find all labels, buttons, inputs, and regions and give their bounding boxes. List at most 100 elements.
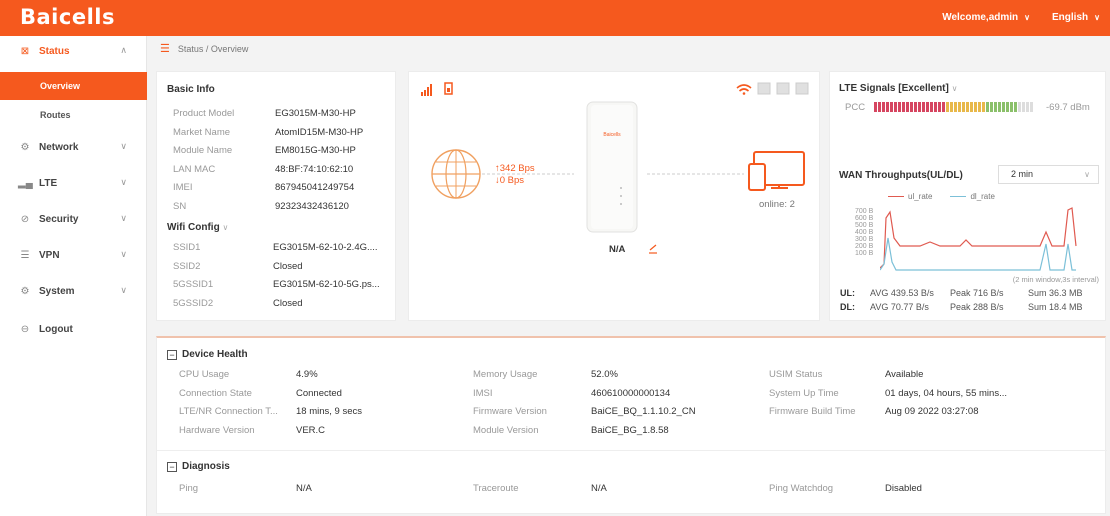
sidebar-item-label: VPN [39,249,60,261]
sidebar-item-logout[interactable]: ⊖ Logout [0,314,147,344]
y-tick-label: 600 B [855,215,874,222]
ul-sum: Sum 36.3 MB [1028,288,1083,298]
signal-segment [998,102,1001,112]
health-value: Connected [296,387,342,399]
ul-legend-swatch [888,196,904,197]
pcc-label: PCC [845,102,866,113]
signal-segment [994,102,997,112]
download-rate: ↓0 Bps [495,175,525,186]
connected-devices-icon [748,151,805,191]
breadcrumb: ☰ Status / Overview [160,42,248,55]
signal-segment [886,102,889,112]
period-select[interactable]: 2 min ∨ [998,165,1099,184]
lte-signals-title: LTE Signals [Excellent] [839,83,949,94]
y-tick-label: 100 B [855,250,874,257]
ul-peak: Peak 716 B/s [950,288,1004,298]
sidebar-item-routes[interactable]: Routes [0,101,147,129]
diagnosis-value: Disabled [885,483,922,494]
sidebar-item-vpn[interactable]: ☰ VPN ∨ [0,240,147,270]
pcc-signal-meter [874,102,1034,112]
signal-strength-icon [421,84,432,96]
collapse-icon: − [167,461,177,472]
signal-segment [966,102,969,112]
wifi-config-toggle[interactable]: Wifi Config ∨ [167,222,228,233]
shield-icon: ⊘ [20,213,30,225]
info-value: 48:BF:74:10:62:10 [275,163,354,175]
info-label: Market Name [173,126,231,138]
throughput-chart [880,207,1077,271]
info-value: AtomID15M-M30-HP [275,126,364,138]
section-divider [157,450,1107,451]
health-label: LTE/NR Connection T... [179,406,278,417]
signal-segment [922,102,925,112]
signal-segment [946,102,949,112]
sidebar-item-label: Status [39,45,70,57]
sidebar-item-status[interactable]: ⊠ Status ∧ [0,36,147,66]
sim-icon [444,82,453,95]
wifi-value: Closed [273,297,303,309]
wifi-value: EG3015M-62-10-2.4G.... [273,242,378,253]
diagnosis-value: N/A [591,483,607,494]
sidebar-item-label: Network [39,141,79,153]
user-menu[interactable]: Welcome,admin ∨ [942,12,1030,23]
dl-sum: Sum 18.4 MB [1028,302,1083,312]
router-image: Baicells [586,101,638,233]
baicells-logo[interactable]: Baicells [20,5,115,29]
chevron-down-icon: ∨ [1024,13,1031,22]
wifi-label: SSID1 [173,242,201,253]
health-label: IMSI [473,387,493,399]
lte-wan-card: LTE Signals [Excellent] ∨ PCC -69.7 dBm … [829,71,1106,321]
chevron-down-icon: ∨ [951,84,958,93]
language-select[interactable]: English ∨ [1052,12,1100,23]
health-value: 52.0% [591,369,618,380]
dl-peak: Peak 288 B/s [950,302,1004,312]
diagnosis-toggle[interactable]: − Diagnosis [167,461,230,472]
ul-label: UL: [840,288,855,298]
sidebar-item-network[interactable]: ⚙ Network ∨ [0,132,147,162]
sidebar-item-security[interactable]: ⊘ Security ∨ [0,204,147,234]
wifi-value: EG3015M-62-10-5G.ps... [273,279,380,290]
signal-icon: ▂▄ [18,177,33,189]
wan-throughput-title: WAN Throughputs(UL/DL) [839,170,963,181]
collapse-icon: − [167,349,177,360]
dl-rate-line [880,237,1076,271]
info-label: IMEI [173,182,193,193]
signal-segment [878,102,881,112]
device-health-toggle[interactable]: − Device Health [167,349,248,360]
edit-icon[interactable] [649,244,657,254]
topology-card: Baicells ↑342 Bps ↓0 Bps N/A online: 2 [408,71,820,321]
sidebar-item-system[interactable]: ⚙ System ∨ [0,276,147,306]
chart-legend: ul_rate dl_rate [888,192,995,201]
online-count: online: 2 [759,199,795,210]
dl-legend-label: dl_rate [970,192,995,201]
health-value: 460610000000134 [591,387,671,399]
dl-avg: AVG 70.77 B/s [870,302,929,312]
lte-signals-toggle[interactable]: LTE Signals [Excellent] ∨ [839,83,957,94]
device-health-card: − Device Health CPU Usage 4.9% Memory Usage… [156,336,1107,514]
health-label: Module Version [473,424,539,436]
signal-segment [974,102,977,112]
signal-segment [1026,102,1029,112]
menu-icon[interactable]: ☰ [160,43,170,55]
signal-segment [882,102,885,112]
signal-segment [926,102,929,112]
topology-diagram: Baicells [421,82,809,254]
sidebar-item-lte[interactable]: ▂▄ LTE ∨ [0,168,147,198]
sidebar-item-overview[interactable]: Overview [0,72,147,100]
network-icon: ⚙ [20,141,30,153]
system-icon: ⚙ [20,285,30,297]
diagnosis-label: Ping [179,483,199,494]
health-value: Available [885,369,924,380]
status-icon: ⊠ [20,45,30,57]
health-label: Firmware Version [473,406,547,417]
health-value: VER.C [296,424,326,436]
health-value: BaiCE_BG_1.8.58 [591,424,669,436]
signal-segment [930,102,933,112]
signal-segment [890,102,893,112]
chevron-down-icon: ∨ [120,285,127,295]
info-label: Module Name [173,145,233,156]
signal-segment [1014,102,1017,112]
signal-segment [954,102,957,112]
health-value: 01 days, 04 hours, 55 mins... [885,387,1007,399]
device-health-title: Device Health [182,349,248,360]
